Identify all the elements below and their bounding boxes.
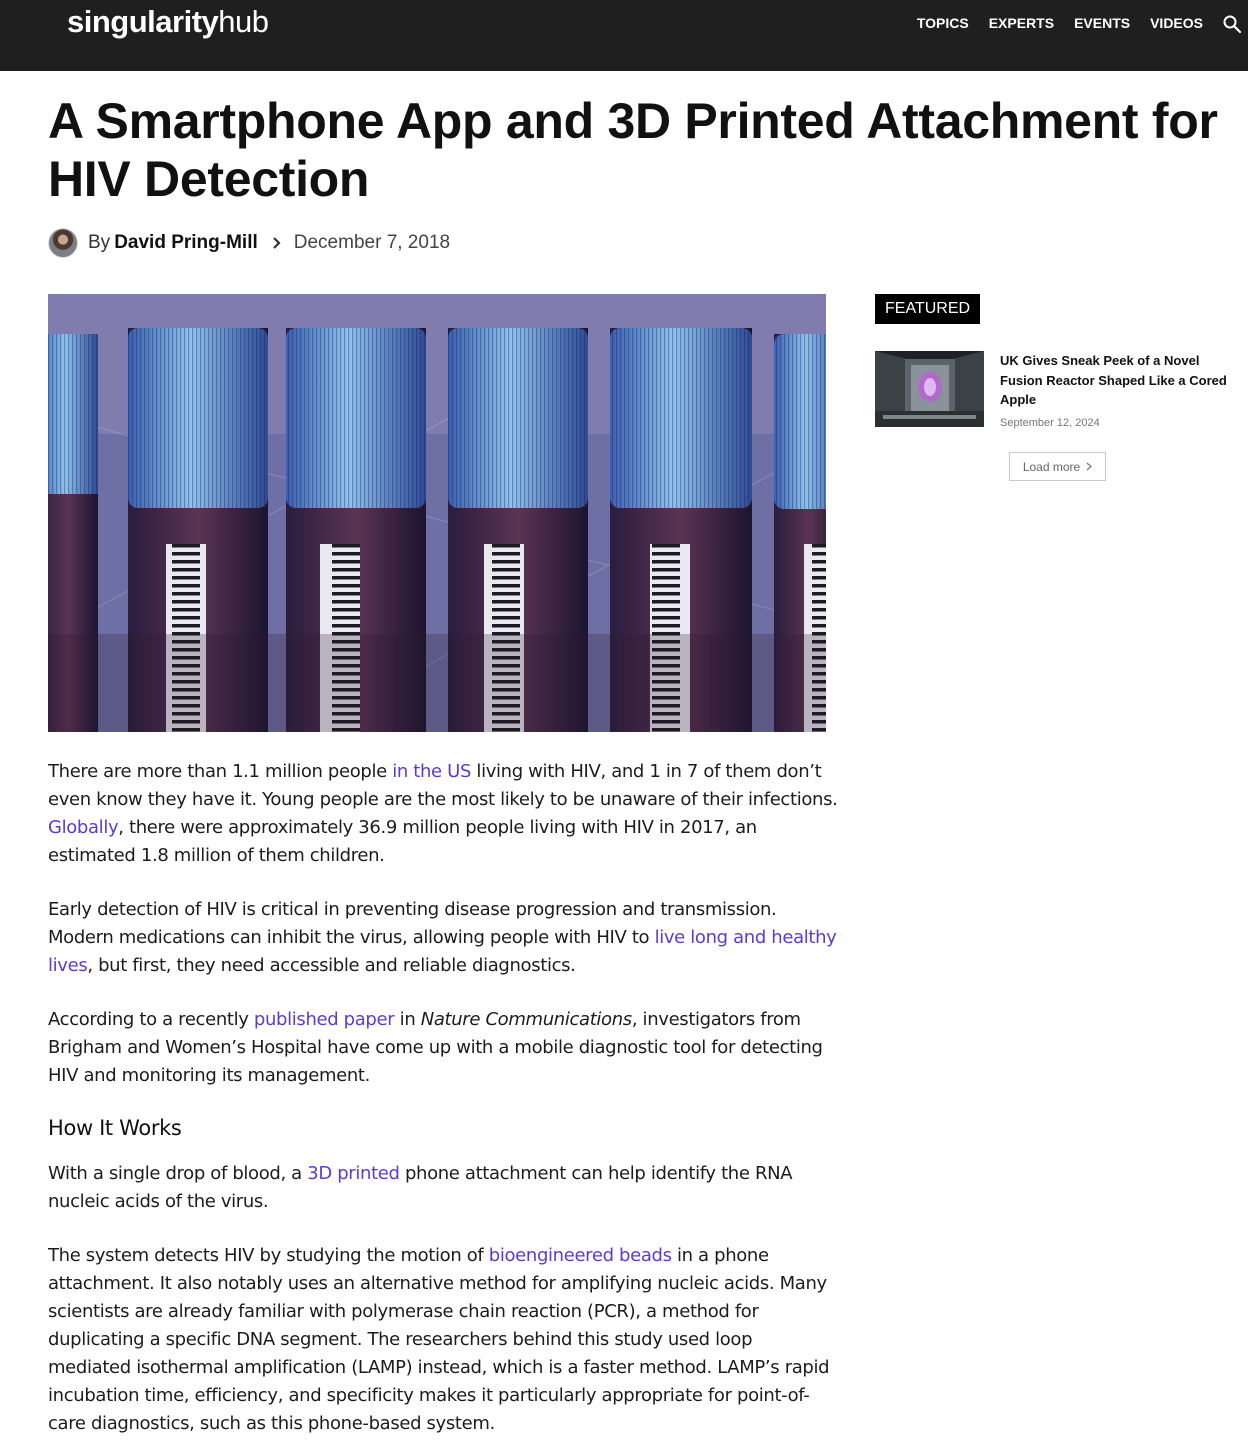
fusion-reactor-image	[875, 351, 984, 427]
paragraph-1: There are more than 1.1 million people i…	[48, 758, 838, 870]
main-nav: TOPICS EXPERTS EVENTS VIDEOS	[907, 14, 1213, 32]
chevron-right-icon	[272, 237, 281, 249]
logo-light-text: hub	[218, 4, 269, 39]
link-in-the-us[interactable]: in the US	[392, 761, 471, 782]
link-globally[interactable]: Globally	[48, 817, 119, 838]
p5-text-a: The system detects HIV by studying the m…	[48, 1245, 489, 1266]
featured-article-date: September 12, 2024	[1000, 417, 1100, 429]
test-tubes-illustration	[48, 294, 826, 732]
article-body: There are more than 1.1 million people i…	[48, 758, 838, 1446]
site-header: singularityhub TOPICS EXPERTS EVENTS VID…	[0, 0, 1248, 71]
featured-article-title[interactable]: UK Gives Sneak Peek of a Novel Fusion Re…	[1000, 351, 1236, 410]
byline: By David Pring-Mill December 7, 2018	[48, 227, 450, 259]
paragraph-5: The system detects HIV by studying the m…	[48, 1242, 838, 1438]
p3-text-b: in	[394, 1009, 421, 1030]
link-published-paper[interactable]: published paper	[254, 1009, 395, 1030]
p2-text-b: , but first, they need accessible and re…	[87, 955, 576, 976]
link-3d-printed[interactable]: 3D printed	[307, 1163, 400, 1184]
nav-topics[interactable]: TOPICS	[907, 14, 979, 32]
paragraph-4: With a single drop of blood, a 3D printe…	[48, 1160, 838, 1216]
chevron-right-icon	[1086, 462, 1093, 471]
p4-text-a: With a single drop of blood, a	[48, 1163, 308, 1184]
featured-thumbnail[interactable]	[875, 351, 984, 427]
featured-tag: FEATURED	[875, 294, 981, 324]
author-name[interactable]: David Pring-Mill	[114, 232, 258, 254]
load-more-button[interactable]: Load more	[1009, 452, 1106, 481]
load-more-label: Load more	[1022, 459, 1081, 474]
link-bioengineered-beads[interactable]: bioengineered beads	[489, 1245, 672, 1266]
p1-text-a: There are more than 1.1 million people	[48, 761, 393, 782]
by-label: By	[88, 232, 111, 253]
section-heading: How It Works	[48, 1116, 182, 1140]
publish-date: December 7, 2018	[293, 232, 451, 253]
logo-bold-text: singularity	[67, 4, 219, 39]
paragraph-3: According to a recently published paper …	[48, 1006, 838, 1090]
p3-text-a: According to a recently	[48, 1009, 254, 1030]
search-icon[interactable]	[1222, 14, 1242, 34]
p5-text-b: in a phone attachment. It also notably u…	[48, 1245, 830, 1434]
nav-experts[interactable]: EXPERTS	[979, 14, 1064, 32]
site-logo[interactable]: singularityhub	[67, 4, 269, 40]
nav-videos[interactable]: VIDEOS	[1140, 14, 1213, 32]
journal-name: Nature Communications	[420, 1009, 632, 1030]
p1-text-c: , there were approximately 36.9 million …	[48, 817, 757, 866]
nav-events[interactable]: EVENTS	[1064, 14, 1140, 32]
paragraph-2: Early detection of HIV is critical in pr…	[48, 896, 838, 980]
author-avatar[interactable]	[48, 228, 78, 258]
article-title: A Smartphone App and 3D Printed Attachme…	[48, 93, 1218, 207]
hero-image	[48, 294, 826, 732]
